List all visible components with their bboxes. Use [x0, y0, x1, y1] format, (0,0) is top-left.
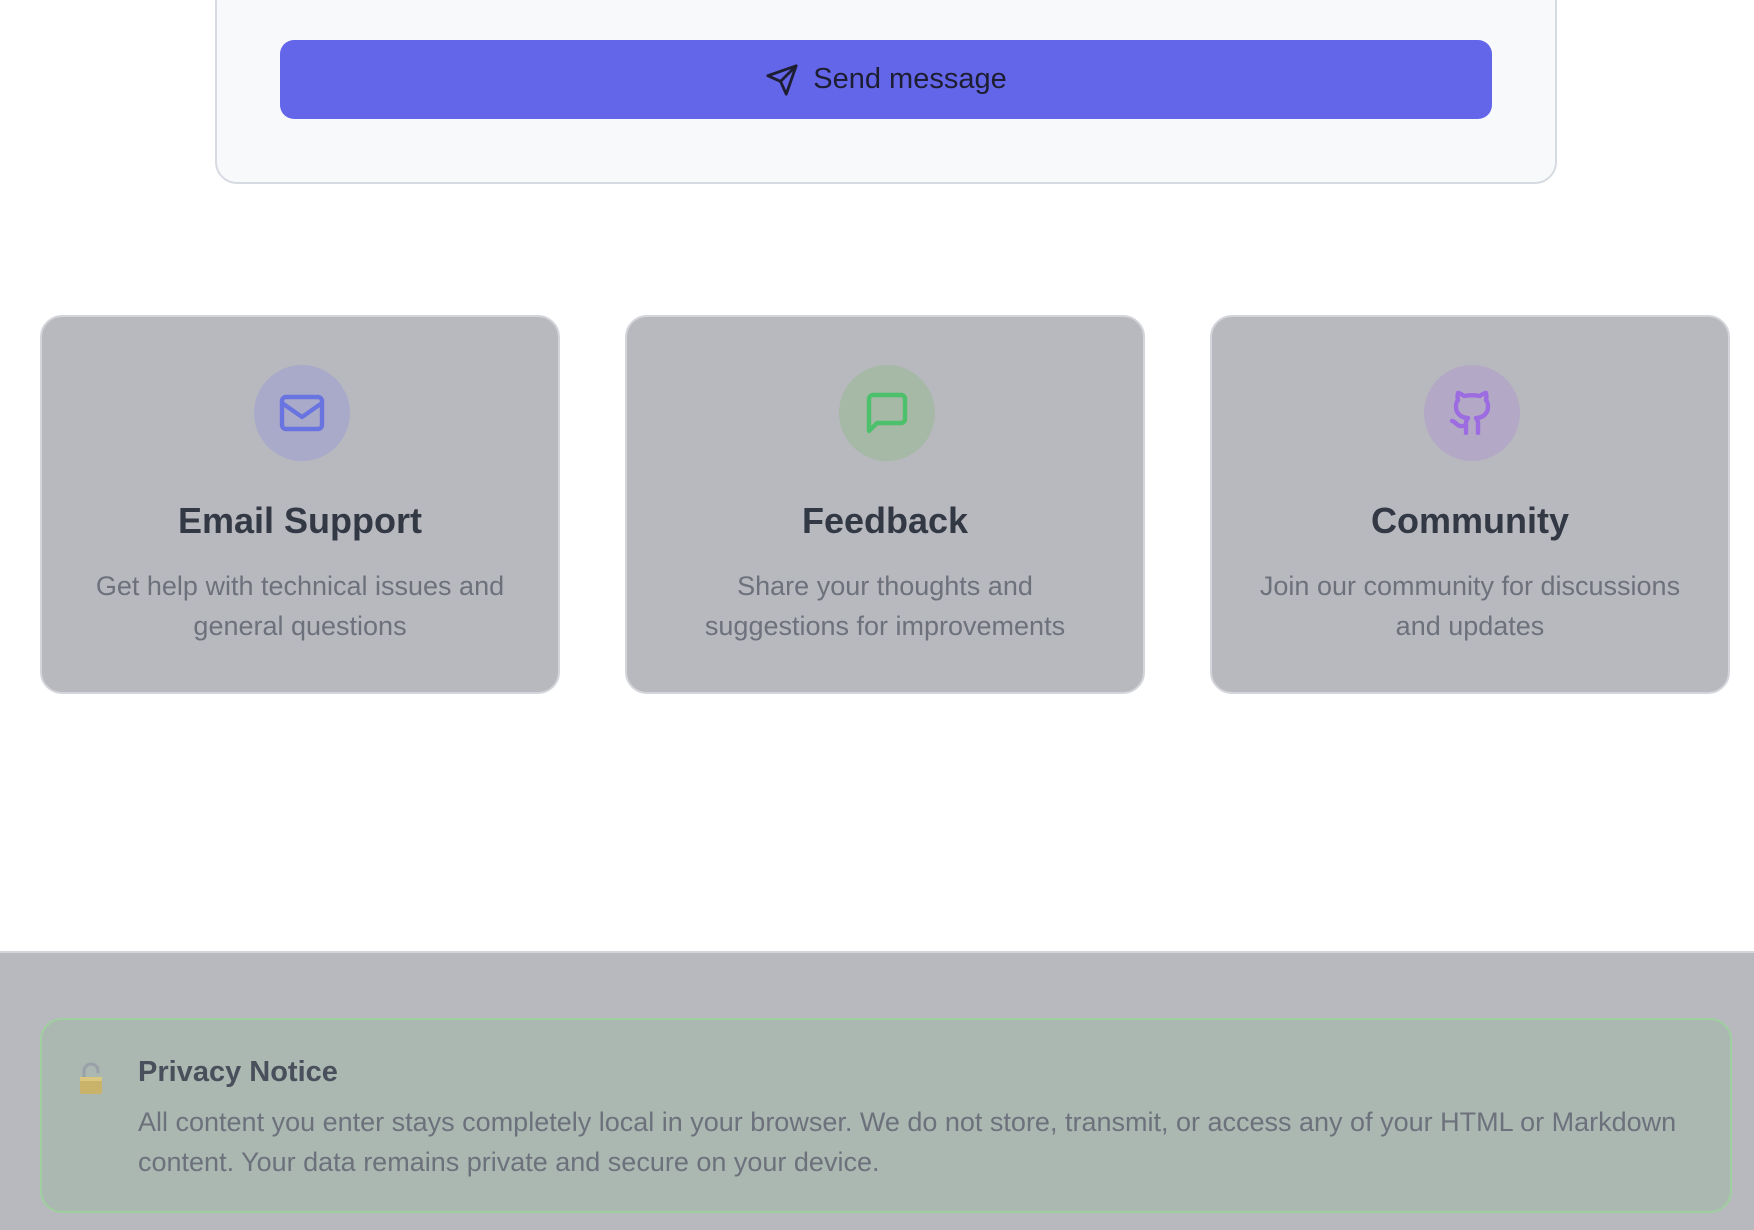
- card-title: Feedback: [801, 500, 969, 541]
- mail-icon: [279, 394, 325, 432]
- privacy-text: All content you enter stays completely l…: [138, 1107, 1677, 1177]
- lock-icon: [80, 1062, 102, 1094]
- send-message-button[interactable]: Send message: [280, 40, 1492, 119]
- footer: Privacy Notice All content you enter sta…: [0, 951, 1754, 1230]
- privacy-title: Privacy Notice: [138, 1056, 338, 1088]
- page: Send message Email Support Get help with…: [0, 0, 1754, 1230]
- send-message-label: Send message: [813, 63, 1007, 95]
- card-title: Community: [1371, 500, 1569, 541]
- github-icon: [1449, 390, 1491, 436]
- card-description: Get help with technical issues and gener…: [95, 571, 505, 641]
- community-card[interactable]: Community Join our community for discuss…: [1210, 315, 1730, 694]
- email-icon-badge: [254, 365, 350, 461]
- send-icon: [766, 63, 798, 96]
- card-title: Email Support: [177, 500, 423, 541]
- card-description: Join our community for discussions and u…: [1259, 571, 1681, 641]
- support-cards: Email Support Get help with technical is…: [40, 315, 1732, 694]
- privacy-notice: Privacy Notice All content you enter sta…: [40, 1018, 1732, 1213]
- feedback-icon-badge: [839, 365, 935, 461]
- community-icon-badge: [1424, 365, 1520, 461]
- card-description: Share your thoughts and suggestions for …: [704, 571, 1066, 641]
- feedback-card[interactable]: Feedback Share your thoughts and suggest…: [625, 315, 1145, 694]
- message-square-icon: [866, 392, 908, 434]
- email-support-card[interactable]: Email Support Get help with technical is…: [40, 315, 560, 694]
